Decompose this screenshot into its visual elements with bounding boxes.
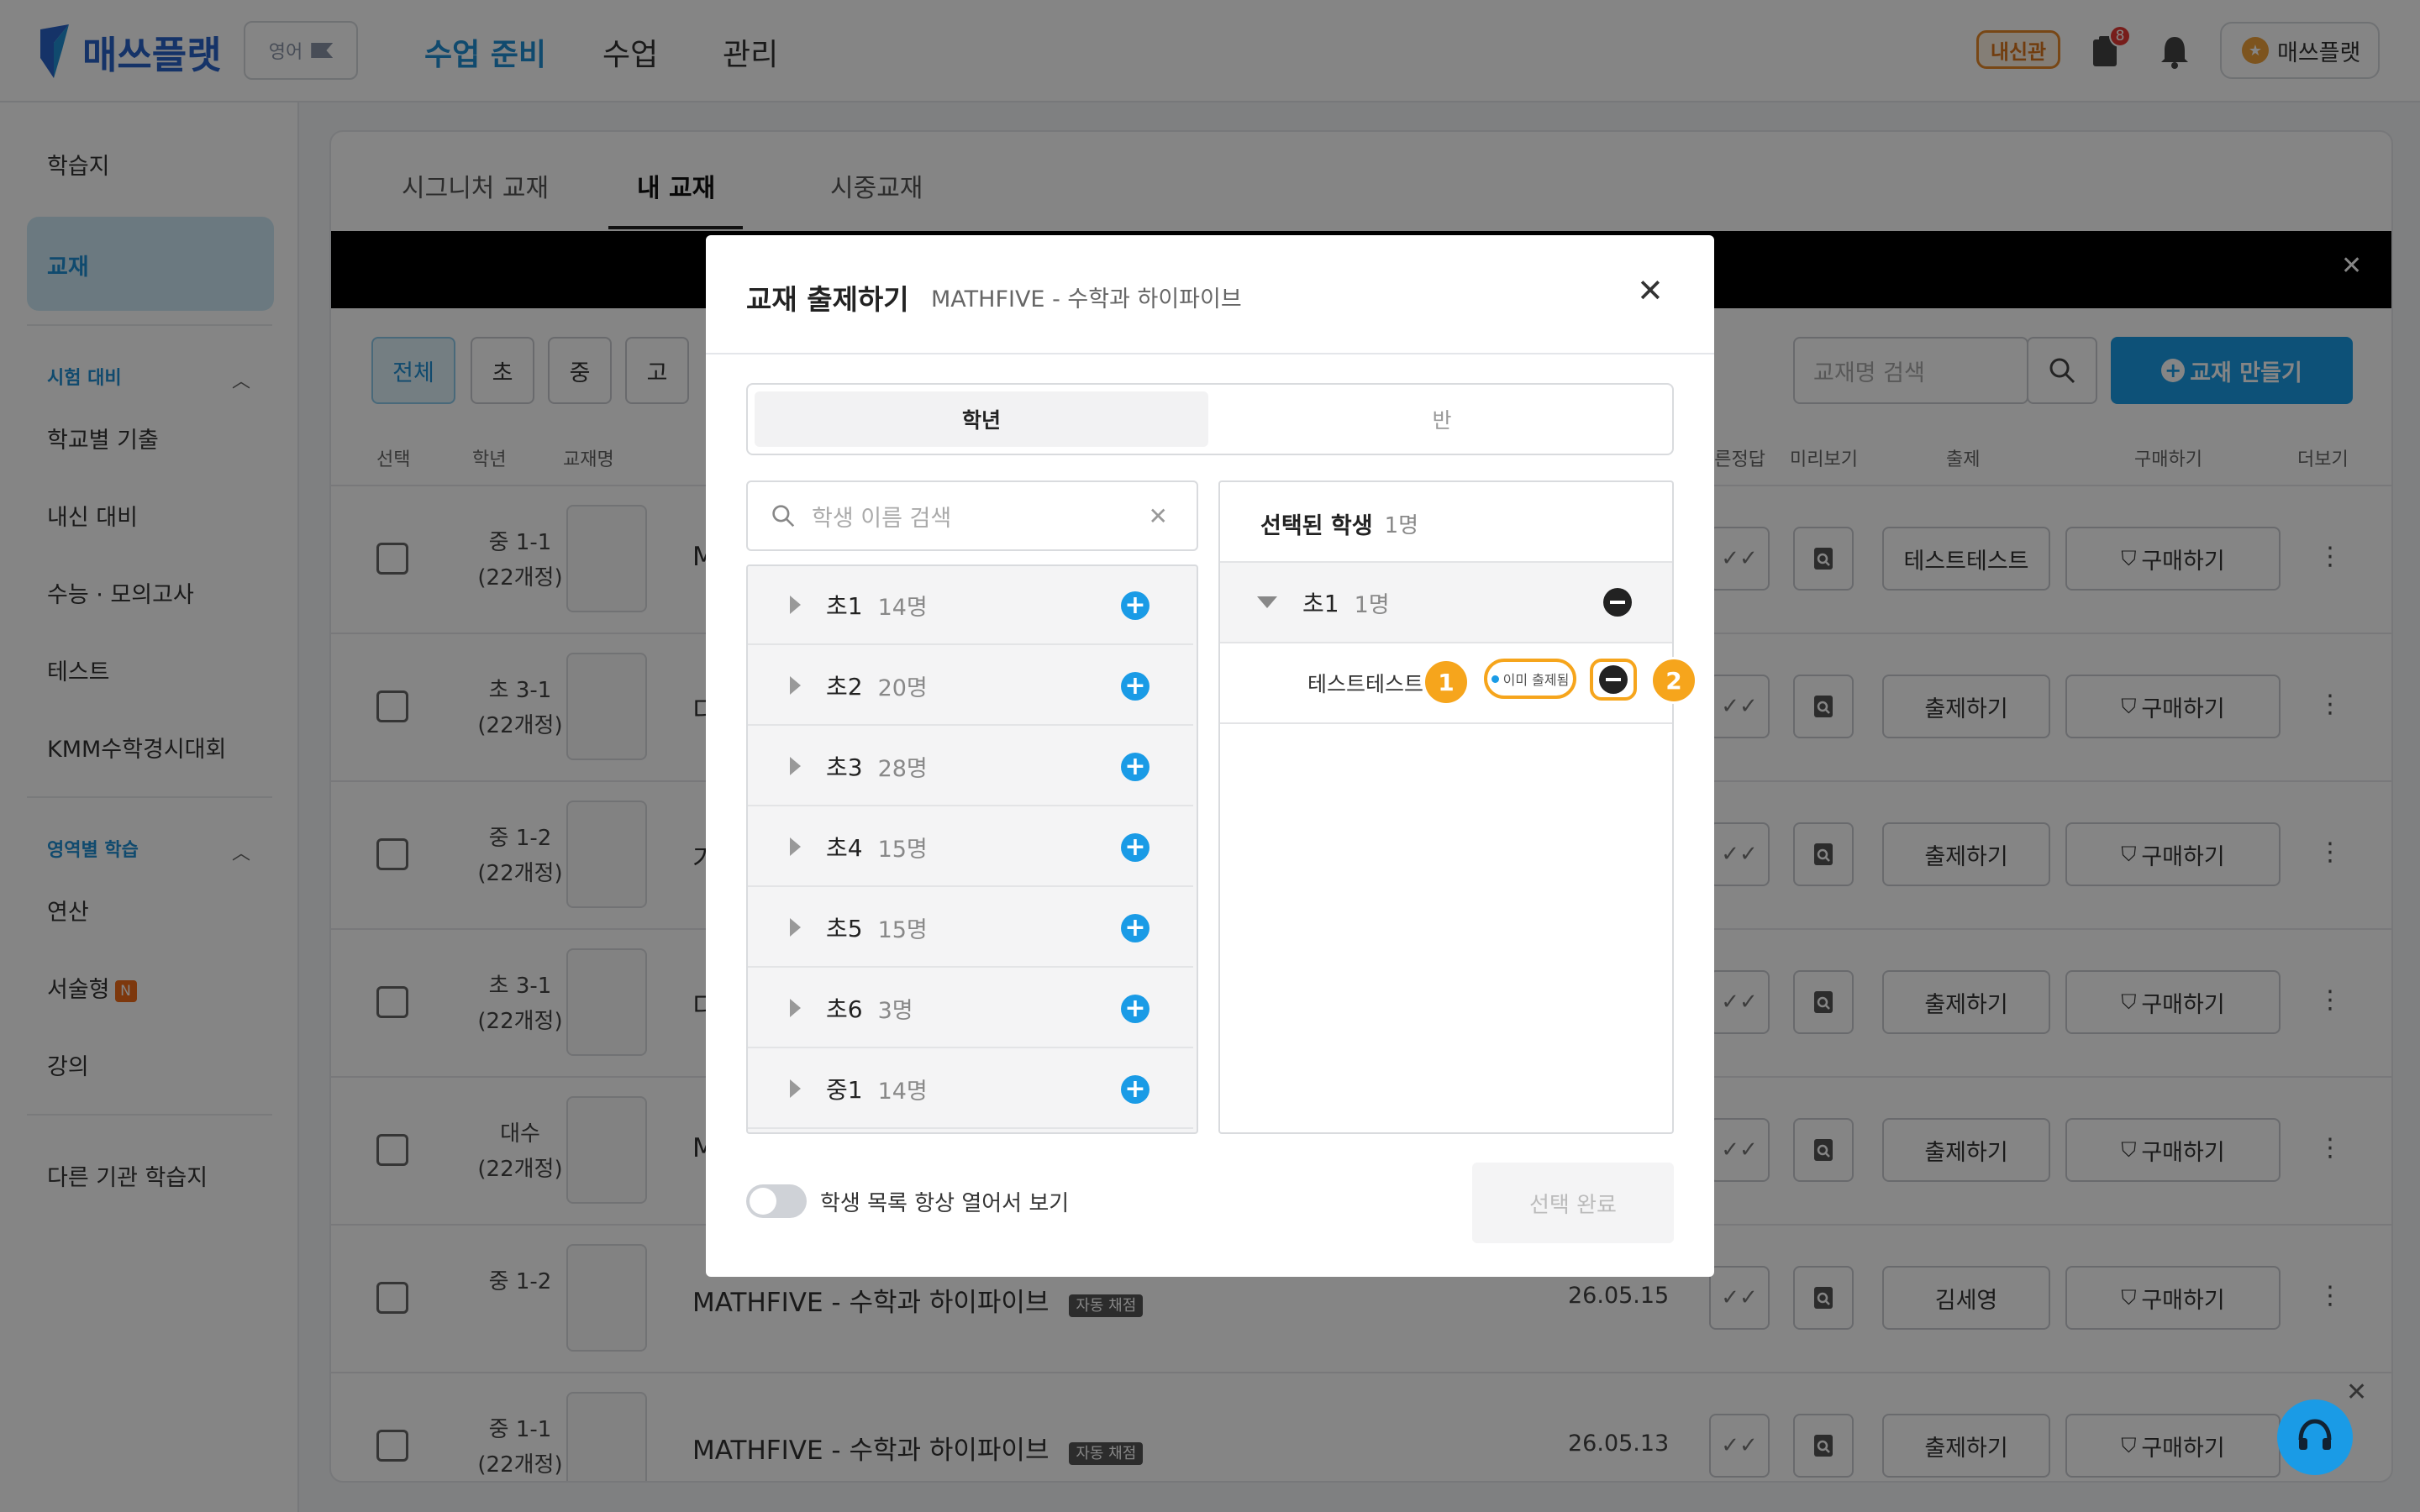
selected-students-panel: 선택된 학생 1명 초1 1명 테스트테스트 <box>1218 480 1674 1134</box>
add-group-icon[interactable]: + <box>1121 591 1150 620</box>
add-group-icon[interactable]: + <box>1121 995 1150 1023</box>
grade-group-row[interactable]: 초4 15명 + <box>748 808 1193 887</box>
add-group-icon[interactable]: + <box>1121 672 1150 701</box>
close-support-icon[interactable]: ✕ <box>2346 1378 2367 1407</box>
support-chat-button[interactable] <box>2277 1399 2353 1475</box>
add-group-icon[interactable]: + <box>1121 753 1150 781</box>
caret-right-icon[interactable] <box>790 596 801 614</box>
callout-2: 2 <box>1650 657 1697 704</box>
modal-subtitle: MATHFIVE - 수학과 하이파이브 <box>931 286 1242 312</box>
group-count: 14명 <box>877 594 928 621</box>
grade-group-row[interactable]: 초2 20명 + <box>748 647 1193 726</box>
caret-right-icon[interactable] <box>790 918 801 937</box>
group-count: 15명 <box>877 916 928 943</box>
selected-header: 선택된 학생 1명 <box>1260 507 1418 540</box>
grade-group-row[interactable]: 초3 28명 + <box>748 727 1193 806</box>
caret-right-icon[interactable] <box>790 757 801 775</box>
group-count: 20명 <box>877 675 928 701</box>
grade-group-list: 초1 14명 + 초2 20명 + 초3 28명 + 초4 15명 + 초5 1… <box>746 564 1198 1134</box>
selected-group-row[interactable]: 초1 1명 <box>1220 563 1672 642</box>
already-assigned-chip: 이미 출제됨 <box>1484 659 1576 699</box>
caret-right-icon[interactable] <box>790 676 801 695</box>
selected-group-count: 1명 <box>1354 591 1390 618</box>
group-name: 중1 <box>826 1076 863 1104</box>
always-open-toggle-row[interactable]: 학생 목록 항상 열어서 보기 <box>746 1184 1069 1218</box>
group-name: 초3 <box>826 753 863 781</box>
modal-divider <box>706 353 1714 354</box>
already-assigned-label: 이미 출제됨 <box>1502 672 1570 688</box>
add-group-icon[interactable]: + <box>1121 914 1150 942</box>
remove-student-icon <box>1599 665 1628 694</box>
caret-down-icon[interactable] <box>1257 596 1277 608</box>
callout-1: 1 <box>1423 659 1470 706</box>
add-group-icon[interactable]: + <box>1121 1075 1150 1104</box>
selected-group-name: 초1 <box>1302 590 1339 617</box>
group-count: 28명 <box>877 755 928 782</box>
student-search-placeholder: 학생 이름 검색 <box>812 505 952 532</box>
done-button[interactable]: 선택 완료 <box>1472 1163 1674 1243</box>
group-count: 15명 <box>877 836 928 863</box>
modal-close-icon[interactable]: ✕ <box>1637 272 1664 309</box>
assign-modal: 교재 출제하기 MATHFIVE - 수학과 하이파이브 ✕ 학년 반 학생 이… <box>706 235 1714 1277</box>
dot-icon <box>1491 675 1499 683</box>
group-count: 14명 <box>877 1078 928 1105</box>
group-count: 3명 <box>877 997 913 1024</box>
caret-right-icon[interactable] <box>790 837 801 856</box>
clear-search-icon[interactable]: ✕ <box>1149 502 1168 530</box>
caret-right-icon[interactable] <box>790 999 801 1017</box>
headset-icon <box>2298 1419 2332 1450</box>
segment-grade[interactable]: 학년 <box>755 391 1208 447</box>
add-group-icon[interactable]: + <box>1121 833 1150 862</box>
modal-title: 교재 출제하기 <box>746 283 909 316</box>
segment-class[interactable]: 반 <box>1215 391 1669 447</box>
grade-group-row[interactable]: 초1 14명 + <box>748 566 1193 645</box>
group-name: 초4 <box>826 834 863 862</box>
toggle-switch[interactable] <box>746 1184 807 1218</box>
toggle-label: 학생 목록 항상 열어서 보기 <box>820 1190 1070 1216</box>
divider <box>1220 722 1672 724</box>
group-name: 초5 <box>826 915 863 942</box>
remove-group-icon[interactable] <box>1603 588 1632 617</box>
selected-title: 선택된 학생 <box>1260 513 1373 539</box>
group-name: 초1 <box>826 592 863 620</box>
remove-student-button[interactable] <box>1590 659 1637 701</box>
student-name: 테스트테스트 <box>1307 672 1424 696</box>
grade-group-row[interactable]: 중1 14명 + <box>748 1050 1193 1129</box>
grade-group-row[interactable]: 초5 15명 + <box>748 889 1193 968</box>
search-icon <box>772 505 795 528</box>
grade-group-row[interactable]: 초6 3명 + <box>748 969 1193 1048</box>
group-name: 초2 <box>826 673 863 701</box>
selected-count: 1명 <box>1384 513 1419 538</box>
segment-control: 학년 반 <box>746 383 1674 455</box>
caret-right-icon[interactable] <box>790 1079 801 1098</box>
student-search-input[interactable]: 학생 이름 검색 ✕ <box>746 480 1198 551</box>
group-name: 초6 <box>826 995 863 1023</box>
